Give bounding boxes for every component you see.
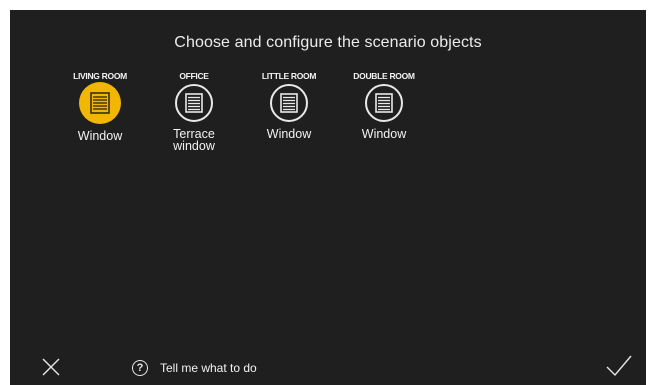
room-name: DOUBLE ROOM xyxy=(353,71,415,81)
object-little-room-window[interactable]: LITTLE ROOM Window xyxy=(241,70,337,140)
scenario-screen: Choose and configure the scenario object… xyxy=(10,10,646,385)
object-label: Window xyxy=(77,129,123,143)
window-blind-icon xyxy=(365,84,403,122)
cancel-button[interactable] xyxy=(42,358,60,376)
question-circle-icon: ? xyxy=(132,360,148,376)
confirm-button[interactable] xyxy=(606,355,632,377)
object-double-room-window[interactable]: DOUBLE ROOM Window xyxy=(336,70,432,140)
help-label: Tell me what to do xyxy=(160,361,257,375)
object-living-room-window[interactable]: LIVING ROOM Window xyxy=(52,70,148,142)
object-label: Terrace window xyxy=(173,127,215,153)
room-name: LITTLE ROOM xyxy=(261,71,317,81)
object-label: Window xyxy=(361,127,407,141)
window-blind-icon xyxy=(270,84,308,122)
close-icon xyxy=(42,358,60,376)
room-name: OFFICE xyxy=(179,71,209,81)
checkmark-icon xyxy=(606,355,632,377)
window-blind-icon xyxy=(79,82,121,124)
bottom-bar: ? Tell me what to do xyxy=(10,349,646,385)
object-office-terrace-window[interactable]: OFFICE Terrace window xyxy=(146,70,242,152)
window-blind-icon xyxy=(175,84,213,122)
scenario-object-list: LIVING ROOM Window OFFICE Terrace window… xyxy=(10,10,646,210)
object-label: Window xyxy=(266,127,312,141)
room-name: LIVING ROOM xyxy=(73,71,127,81)
help-button[interactable]: ? Tell me what to do xyxy=(132,358,257,378)
